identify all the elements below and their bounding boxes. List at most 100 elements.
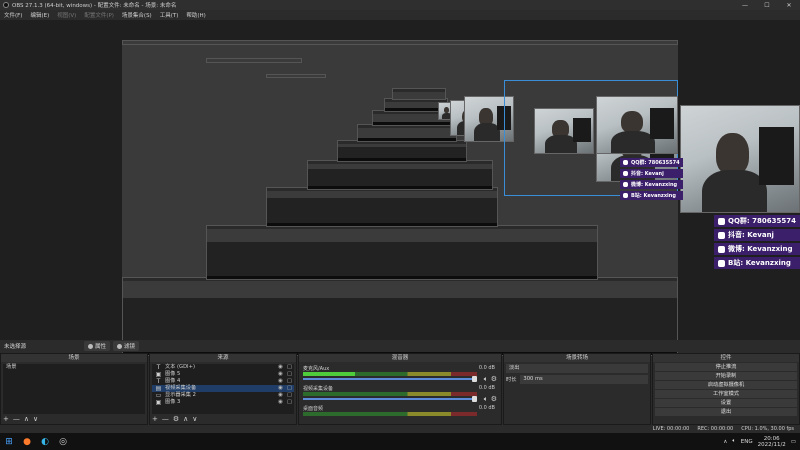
edge-icon[interactable]: ◐ — [36, 433, 54, 450]
move-source-up-button[interactable]: ∧ — [183, 415, 188, 423]
transition-select[interactable]: 淡出 — [506, 364, 648, 373]
monitor-icon: ▭ — [155, 392, 162, 399]
move-source-down-button[interactable]: ∨ — [192, 415, 197, 423]
overlay-row: QQ群: 780635574 — [714, 215, 800, 227]
eye-icon[interactable]: ◉ — [276, 364, 285, 371]
menu-help[interactable]: 帮助(H) — [182, 11, 209, 19]
filters-button[interactable]: 滤镜 — [113, 341, 140, 351]
eye-icon[interactable]: ◉ — [276, 399, 285, 406]
speaker-icon[interactable]: 🔈︎ — [484, 375, 488, 384]
bilibili-icon — [623, 193, 628, 198]
windows-start-icon[interactable]: ⊞ — [0, 433, 18, 450]
eye-icon[interactable]: ◉ — [276, 392, 285, 399]
mixer-channel-video: 视频采集设备 0.0 dB 🔈︎ ⚙ — [303, 385, 497, 404]
preview-canvas[interactable] — [122, 40, 678, 356]
obs-icon[interactable]: ◎ — [54, 433, 72, 450]
lock-icon[interactable]: ▢ — [285, 371, 294, 378]
eye-icon[interactable]: ◉ — [276, 378, 285, 385]
preview-area[interactable]: QQ群: 780635574 抖音: Kevanj 微博: Kevanzxing… — [0, 20, 800, 356]
transitions-dock: 场景转场 淡出 时长 300 ms — [503, 353, 651, 425]
menu-edit[interactable]: 编辑(E) — [26, 11, 53, 19]
lock-icon[interactable]: ▢ — [285, 364, 294, 371]
lock-icon[interactable]: ▢ — [285, 385, 294, 392]
lock-icon[interactable]: ▢ — [285, 378, 294, 385]
lock-icon[interactable]: ▢ — [285, 399, 294, 406]
mixer-dock: 混音器 麦克风/Aux 0.0 dB 🔈︎ ⚙ 视频采集设备 0.0 dB 🔈︎… — [298, 353, 502, 425]
menu-bar: 文件(F) 编辑(E) 视图(V) 配置文件(P) 场景集合(S) 工具(T) … — [0, 10, 800, 20]
chevron-up-icon[interactable]: ∧ — [723, 439, 727, 445]
studio-mode-button[interactable]: 工作室模式 — [655, 390, 797, 398]
overlay-row: 抖音: Kevanj — [714, 229, 800, 241]
menu-view[interactable]: 视图(V) — [53, 11, 80, 19]
eye-icon[interactable]: ◉ — [276, 371, 285, 378]
overlay-row: 抖音: Kevanj — [620, 169, 683, 178]
settings-button[interactable]: 设置 — [655, 399, 797, 407]
gear-icon[interactable]: ⚙ — [491, 375, 497, 383]
remove-source-button[interactable]: — — [162, 415, 169, 423]
menu-profile[interactable]: 配置文件(P) — [80, 11, 118, 19]
image-icon: ▣ — [155, 399, 162, 406]
window-title: OBS 27.1.3 (64-bit, windows) - 配置文件: 未命名… — [12, 3, 177, 9]
minimize-button[interactable]: — — [734, 0, 756, 10]
start-recording-button[interactable]: 开始录制 — [655, 372, 797, 380]
qq-icon — [623, 160, 628, 165]
weibo-icon — [718, 245, 725, 253]
stop-streaming-button[interactable]: 停止推流 — [655, 363, 797, 371]
webcam-medium — [596, 96, 678, 154]
volume-slider[interactable] — [303, 376, 477, 382]
duration-input[interactable]: 300 ms — [520, 375, 648, 384]
nested-titlebar-2 — [206, 58, 302, 63]
virtual-camera-button[interactable]: 启动虚拟摄像机 — [655, 381, 797, 389]
sources-list[interactable]: T 文本 (GDI+) ◉ ▢ ▣ 图像 5 ◉ ▢ T 图像 4 ◉ ▢ ▤ 视频采集设备 ◉ ▢ ▭… — [152, 364, 294, 414]
source-item-video-capture[interactable]: ▤ 视频采集设备 ◉ ▢ — [152, 385, 294, 392]
source-item-display-capture[interactable]: ▭ 显示器采集 2 ◉ ▢ — [152, 392, 294, 399]
exit-button[interactable]: 退出 — [655, 408, 797, 416]
add-scene-button[interactable]: + — [3, 415, 9, 423]
menu-scene-collection[interactable]: 场景集合(S) — [118, 11, 156, 19]
sources-title: 来源 — [150, 354, 296, 362]
properties-button[interactable]: 属性 — [84, 341, 111, 351]
notification-icon[interactable]: ▭ — [791, 439, 796, 445]
source-item-image-5[interactable]: ▣ 图像 5 ◉ ▢ — [152, 371, 294, 378]
maximize-button[interactable]: ☐ — [756, 0, 778, 10]
source-item-image-4[interactable]: T 图像 4 ◉ ▢ — [152, 378, 294, 385]
gear-icon[interactable]: ⚙ — [491, 395, 497, 403]
nested-window-5 — [337, 140, 467, 162]
move-scene-down-button[interactable]: ∨ — [33, 415, 38, 423]
selected-source-name: 未选择源 — [4, 344, 27, 350]
remove-scene-button[interactable]: — — [13, 415, 20, 423]
scenes-title: 场景 — [1, 354, 147, 362]
close-button[interactable]: ✕ — [778, 0, 800, 10]
qq-icon — [718, 217, 725, 225]
system-tray: ∧ 🔈︎ ENG 20:06 2022/11/2 ▭ — [723, 436, 800, 448]
sources-dock: 来源 T 文本 (GDI+) ◉ ▢ ▣ 图像 5 ◉ ▢ T 图像 4 ◉ ▢ ▤ 视频采集设备 ◉… — [149, 353, 297, 425]
scene-item[interactable]: 场景 — [3, 364, 145, 371]
taskbar: ⊞ ● ◐ ◎ ∧ 🔈︎ ENG 20:06 2022/11/2 ▭ — [0, 433, 800, 450]
nested-window-4 — [307, 160, 493, 190]
image-icon: ▣ — [155, 371, 162, 378]
cpu-status: CPU: 1.0%, 30.00 fps — [741, 426, 794, 432]
add-source-button[interactable]: + — [152, 415, 158, 423]
speaker-icon[interactable]: 🔈︎ — [484, 395, 488, 404]
lock-icon[interactable]: ▢ — [285, 392, 294, 399]
scenes-list[interactable]: 场景 — [3, 364, 145, 414]
source-settings-button[interactable]: ⚙ — [173, 415, 179, 423]
language-indicator[interactable]: ENG — [741, 439, 753, 445]
eye-icon[interactable]: ◉ — [276, 385, 285, 392]
volume-icon[interactable]: 🔈︎ — [732, 438, 735, 445]
overlay-row: 微博: Kevanzxing — [714, 243, 800, 255]
social-overlay-medium: QQ群: 780635574 抖音: Kevanj 微博: Kevanzxing… — [620, 158, 683, 202]
filter-icon — [117, 343, 123, 349]
mixer-channel-desktop: 桌面音频 0.0 dB — [301, 404, 499, 424]
menu-tools[interactable]: 工具(T) — [156, 11, 183, 19]
source-item-image-3[interactable]: ▣ 图像 3 ◉ ▢ — [152, 399, 294, 406]
obs-logo-icon — [3, 2, 9, 8]
menu-file[interactable]: 文件(F) — [0, 11, 26, 19]
nested-window-2 — [206, 225, 598, 280]
clock[interactable]: 20:06 2022/11/2 — [758, 436, 786, 448]
firefox-icon[interactable]: ● — [18, 433, 36, 450]
status-bar: LIVE: 00:00:00 REC: 00:00:00 CPU: 1.0%, … — [0, 425, 800, 433]
source-item-text[interactable]: T 文本 (GDI+) ◉ ▢ — [152, 364, 294, 371]
move-scene-up-button[interactable]: ∧ — [24, 415, 29, 423]
volume-slider[interactable] — [303, 396, 477, 402]
